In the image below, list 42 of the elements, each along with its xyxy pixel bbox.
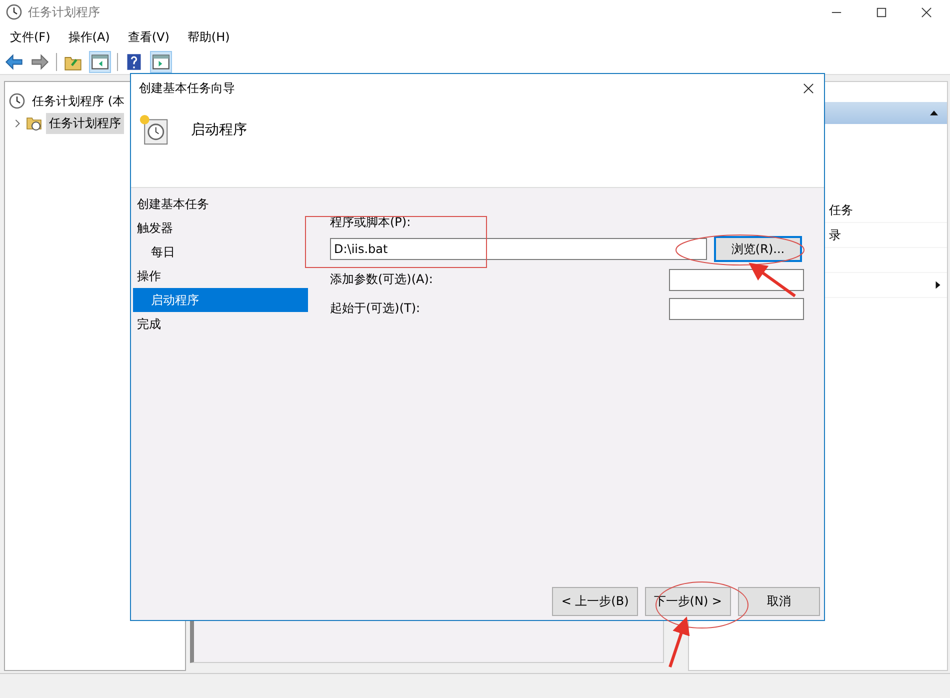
maximize-icon[interactable] xyxy=(876,6,887,18)
folder-clock-icon xyxy=(26,115,42,131)
window-title: 任务计划程序 xyxy=(28,4,100,20)
input-field[interactable] xyxy=(669,298,804,320)
dialog-title: 创建基本任务向导 xyxy=(139,80,235,96)
wizard-step[interactable]: 每日 xyxy=(133,240,308,264)
close-icon[interactable] xyxy=(803,82,814,94)
wizard-step[interactable]: 完成 xyxy=(133,312,308,336)
chevron-icon[interactable] xyxy=(13,118,22,128)
pointer-arrow xyxy=(748,262,796,298)
menu-item[interactable]: 操作(A) xyxy=(68,28,110,46)
wizard-button[interactable]: 取消 xyxy=(738,587,820,616)
tree-item[interactable]: 任务计划程序 xyxy=(46,112,124,134)
collapse-icon[interactable] xyxy=(929,109,939,117)
panel-icon[interactable] xyxy=(89,51,111,73)
browse-button[interactable]: 浏览(R)... xyxy=(714,236,802,262)
task-clock-icon xyxy=(139,114,169,146)
wizard-button[interactable]: < 上一步(B) xyxy=(552,587,638,616)
input-field[interactable] xyxy=(669,268,804,290)
forward-arrow-icon[interactable] xyxy=(30,52,50,72)
panel-icon[interactable] xyxy=(150,51,172,73)
wizard-step[interactable]: 操作 xyxy=(133,264,308,288)
clock-icon xyxy=(6,4,22,20)
menu-item[interactable]: 帮助(H) xyxy=(187,28,230,46)
field-label: 起始于(可选)(T): xyxy=(330,300,420,317)
wizard-heading: 启动程序 xyxy=(191,120,247,138)
back-arrow-icon[interactable] xyxy=(4,52,24,72)
action-item[interactable]: 录 xyxy=(829,226,841,244)
field-label: 程序或脚本(P): xyxy=(330,214,412,231)
menu-item[interactable]: 文件(F) xyxy=(10,28,50,46)
action-item[interactable]: 任务 xyxy=(829,202,853,218)
program-input-field[interactable]: D:\iis.bat xyxy=(330,238,707,260)
clock-icon xyxy=(9,93,25,109)
wizard-step[interactable]: 触发器 xyxy=(133,216,308,240)
submenu-arrow-icon[interactable] xyxy=(935,280,941,290)
tree-item[interactable]: 任务计划程序 (本 xyxy=(29,90,128,112)
wizard-step[interactable]: 启动程序 xyxy=(133,288,308,312)
menu-item[interactable]: 查看(V) xyxy=(128,28,170,46)
close-icon[interactable] xyxy=(921,6,932,18)
wizard-step[interactable]: 创建基本任务 xyxy=(133,192,308,216)
field-label: 添加参数(可选)(A): xyxy=(330,271,433,288)
pointer-arrow xyxy=(668,616,690,668)
